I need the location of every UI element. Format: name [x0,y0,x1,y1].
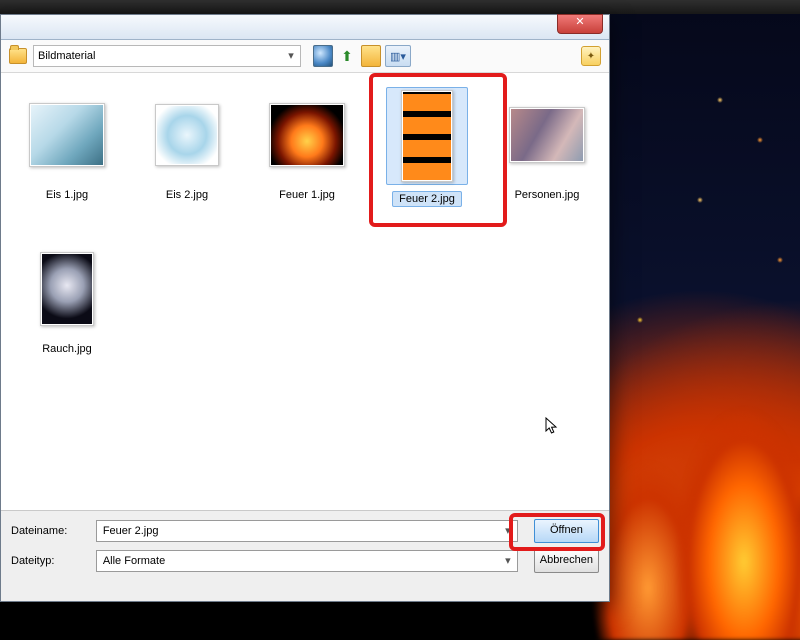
close-button[interactable]: ✕ [557,14,603,34]
look-in-value: Bildmaterial [38,50,95,62]
dialog-footer: Dateiname: Feuer 2.jpg ▾ Öffnen Dateityp… [1,510,609,601]
thumbnail-wrap [27,241,107,337]
file-list-pane[interactable]: Eis 1.jpg Eis 2.jpg Feuer 1.jpg Feuer 2.jpg… [1,73,609,527]
look-in-combo[interactable]: Bildmaterial ▾ [33,45,301,67]
dialog-titlebar[interactable]: ✕ [1,15,609,40]
filename-input[interactable]: Feuer 2.jpg ▾ [96,520,518,542]
chevron-down-icon: ▾ [284,48,298,62]
open-button[interactable]: Öffnen [534,519,599,543]
thumbnail-wrap [27,87,107,183]
thumbnail-wrap [386,87,468,185]
file-name-label: Personen.jpg [515,189,580,201]
view-menu-icon[interactable]: ▥▾ [385,45,411,67]
file-name-label: Eis 1.jpg [46,189,88,201]
filetype-combo[interactable]: Alle Formate ▾ [96,550,518,572]
app-titlebar [0,0,800,14]
thumbnail-wrap [267,87,347,183]
filename-value: Feuer 2.jpg [103,525,159,537]
address-toolbar: Bildmaterial ▾ ⬆ ▥▾ ✦ [1,40,609,73]
folder-icon [9,48,27,64]
thumbnail-wrap [147,87,227,183]
back-icon[interactable] [313,46,333,66]
file-name-label: Eis 2.jpg [166,189,208,201]
file-name-label: Rauch.jpg [42,343,92,355]
favorites-icon[interactable]: ✦ [581,46,601,66]
file-item[interactable]: Feuer 1.jpg [247,83,367,237]
up-one-level-icon[interactable]: ⬆ [337,46,357,66]
thumbnail-image [40,252,94,326]
file-open-dialog: ✕ Bildmaterial ▾ ⬆ ▥▾ ✦ Eis 1.jpg Eis 2.j… [0,14,610,602]
filename-label: Dateiname: [11,525,88,537]
file-item[interactable]: Eis 2.jpg [127,83,247,237]
cancel-button[interactable]: Abbrechen [534,549,599,573]
thumbnail-image [401,90,453,182]
file-name-label: Feuer 2.jpg [392,191,462,207]
chevron-down-icon: ▾ [501,523,515,537]
thumbnail-image [155,104,219,166]
new-folder-icon[interactable] [361,46,381,66]
filetype-label: Dateityp: [11,555,88,567]
file-name-label: Feuer 1.jpg [279,189,335,201]
file-item[interactable]: Feuer 2.jpg [367,83,487,237]
filetype-value: Alle Formate [103,555,165,567]
thumbnail-image [29,103,105,167]
file-item[interactable]: Eis 1.jpg [7,83,127,237]
file-item[interactable]: Personen.jpg [487,83,607,237]
nav-icons: ⬆ ▥▾ [313,45,411,67]
thumbnail-image [509,107,585,163]
thumbnail-wrap [507,87,587,183]
thumbnail-image [269,103,345,167]
file-item[interactable]: Rauch.jpg [7,237,127,391]
chevron-down-icon: ▾ [501,553,515,567]
